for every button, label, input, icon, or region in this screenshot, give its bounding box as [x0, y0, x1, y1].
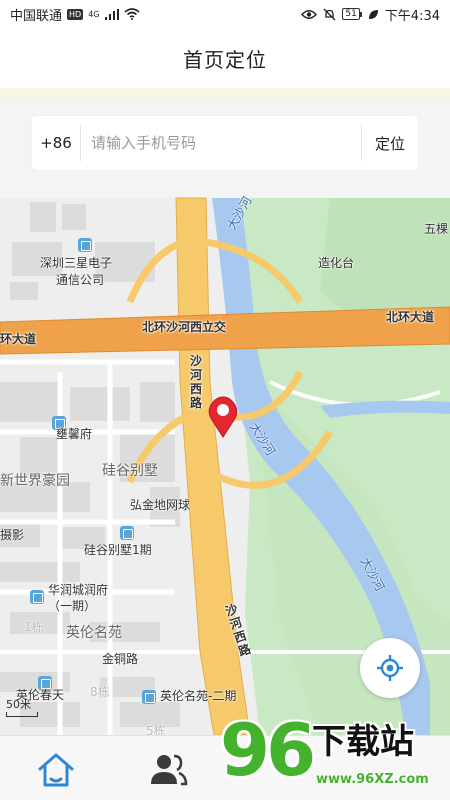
area-label[interactable]: 硅谷别墅	[102, 464, 158, 479]
poi-label[interactable]: 摄影	[0, 528, 24, 543]
road-label: 北环沙河西立交	[142, 320, 227, 334]
tab-home[interactable]	[34, 748, 78, 792]
battery-level: 51	[342, 8, 360, 20]
tab-contacts[interactable]	[146, 748, 190, 792]
mute-bell-icon	[323, 8, 336, 20]
road-label: 金铜路	[102, 652, 139, 666]
poi-label[interactable]: 通信公司	[56, 273, 104, 288]
hd-badge: HD	[67, 8, 84, 20]
poi-label[interactable]: 造化台	[318, 256, 354, 271]
map-view[interactable]: 深圳三星电子 通信公司 造化台 五棵 环大道 北环沙河西立交 北环大道 壅馨府 …	[0, 182, 450, 735]
status-bar: 中国联通 HD 4G 51 下午4:34	[0, 0, 450, 28]
area-label[interactable]: 英伦名苑	[66, 626, 122, 641]
poi-label[interactable]: 深圳三星电子	[40, 256, 112, 271]
status-right: 51 下午4:34	[301, 5, 440, 24]
building-label: 1栋	[24, 620, 44, 634]
battery-indicator: 51	[342, 8, 362, 20]
carrier-label: 中国联通	[10, 8, 63, 24]
locate-me-button[interactable]	[360, 638, 420, 698]
phone-input[interactable]	[81, 116, 361, 170]
battery-tip	[359, 11, 362, 17]
watermark-url: www.96XZ.com	[316, 772, 429, 787]
building-icon[interactable]	[30, 590, 44, 604]
building-icon[interactable]	[120, 526, 134, 540]
watermark-logo: 96 下载站 www.96XZ.com	[220, 710, 448, 798]
clock: 下午4:34	[384, 8, 440, 24]
poi-label[interactable]: 弘金地网球	[130, 498, 190, 513]
building-icon[interactable]	[142, 690, 156, 704]
country-code[interactable]: +86	[32, 134, 80, 152]
watermark-digits: 96	[220, 708, 316, 792]
contacts-icon	[151, 754, 188, 786]
app-header: 首页定位	[0, 28, 450, 88]
locate-button[interactable]: 定位	[362, 116, 418, 170]
road-label: 环大道	[0, 332, 37, 346]
poi-label[interactable]: 硅谷别墅1期	[84, 543, 152, 558]
building-label: 5栋	[146, 724, 166, 735]
eye-icon	[301, 9, 318, 19]
road-label: 沙河西路	[190, 354, 203, 410]
page-title: 首页定位	[183, 47, 267, 72]
poi-label[interactable]: 英伦名苑-二期	[160, 689, 236, 704]
home-icon	[38, 753, 74, 787]
scale-bar: 50米	[6, 696, 38, 717]
poi-label[interactable]: 壅馨府	[56, 427, 92, 442]
phone-search-bar: +86 定位	[32, 116, 418, 170]
leaf-icon	[368, 9, 378, 19]
poi-label[interactable]: 五棵	[424, 222, 448, 237]
watermark-text: 下载站	[312, 722, 414, 762]
map-pin-icon[interactable]	[206, 396, 240, 438]
header-strip	[0, 88, 450, 105]
network-label: 4G	[88, 9, 100, 19]
status-left: 中国联通 HD 4G	[10, 5, 140, 24]
signal-icon	[104, 8, 119, 20]
poi-label[interactable]: （一期）	[48, 599, 96, 614]
scale-text: 50米	[6, 698, 31, 711]
area-label[interactable]: 新世界豪园	[0, 474, 70, 489]
poi-label[interactable]: 华润城润府	[48, 583, 108, 598]
building-label: 8栋	[90, 685, 110, 699]
wifi-icon	[123, 8, 140, 20]
crosshair-icon	[377, 655, 403, 681]
building-icon[interactable]	[78, 238, 92, 252]
road-label: 北环大道	[386, 310, 435, 324]
scale-line	[6, 712, 38, 717]
